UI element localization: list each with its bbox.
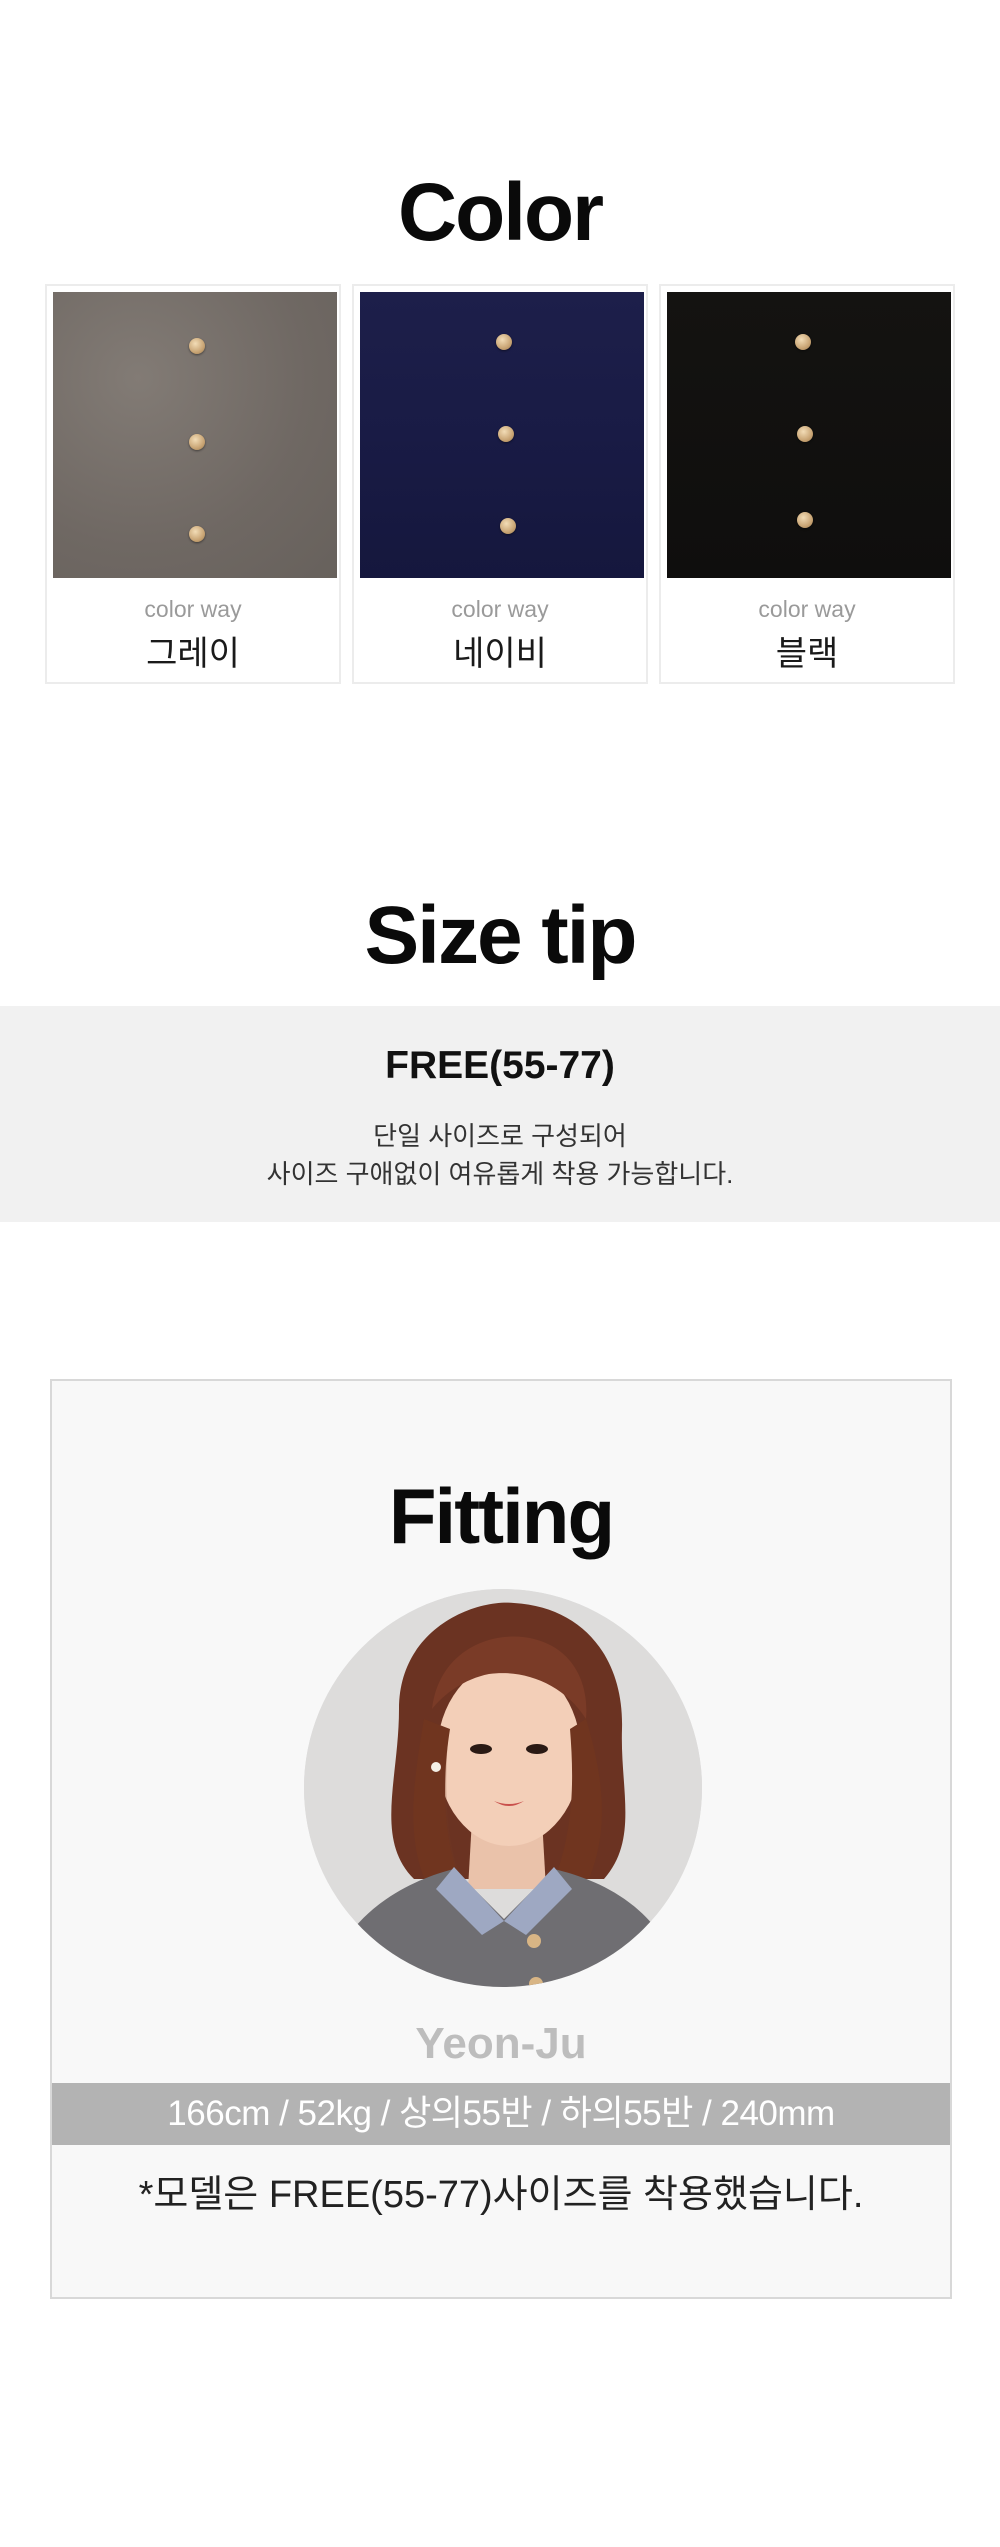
button-detail <box>496 334 512 350</box>
button-detail <box>189 338 205 354</box>
model-portrait-illustration <box>304 1589 702 1987</box>
swatch-color-name: 블랙 <box>775 635 839 673</box>
swatch-color-name: 네이비 <box>453 635 547 673</box>
swatch-caption: color way <box>758 596 856 622</box>
swatch-card-gray[interactable]: color way 그레이 <box>45 284 341 684</box>
button-detail <box>797 426 813 442</box>
size-info-panel: FREE(55-77) 단일 사이즈로 구성되어 사이즈 구애없이 여유롭게 착… <box>0 1006 1000 1222</box>
size-section-title: Size tip <box>364 890 637 981</box>
size-description-line: 단일 사이즈로 구성되어 <box>373 1121 627 1151</box>
swatch-card-navy[interactable]: color way 네이비 <box>352 284 648 684</box>
model-measurements-bar: 166cm / 52kg / 상의55반 / 하의55반 / 240mm <box>52 2083 950 2145</box>
fitting-panel: Fitting Yeon-Ju 166cm / 52kg / 상의55반 / 하… <box>50 1379 952 2299</box>
gray-fabric-image <box>53 292 337 578</box>
navy-fabric-image <box>360 292 644 578</box>
button-detail <box>189 526 205 542</box>
swatch-card-black[interactable]: color way 블랙 <box>659 284 955 684</box>
swatch-color-name: 그레이 <box>146 635 240 673</box>
model-size-note: *모델은 FREE(55-77)사이즈를 착용했습니다. <box>138 2174 864 2216</box>
fitting-section-title: Fitting <box>388 1472 615 1560</box>
button-detail <box>797 512 813 528</box>
model-name: Yeon-Ju <box>415 2019 587 2068</box>
button-detail <box>189 434 205 450</box>
size-name: FREE(55-77) <box>385 1044 615 1087</box>
button-detail <box>498 426 514 442</box>
button-detail <box>500 518 516 534</box>
color-section-title: Color <box>397 167 604 258</box>
button-detail <box>795 334 811 350</box>
model-portrait <box>304 1589 702 1987</box>
swatch-caption: color way <box>144 596 242 622</box>
swatch-caption: color way <box>451 596 549 622</box>
black-fabric-image <box>667 292 951 578</box>
size-description-line: 사이즈 구애없이 여유롭게 착용 가능합니다. <box>266 1159 734 1189</box>
